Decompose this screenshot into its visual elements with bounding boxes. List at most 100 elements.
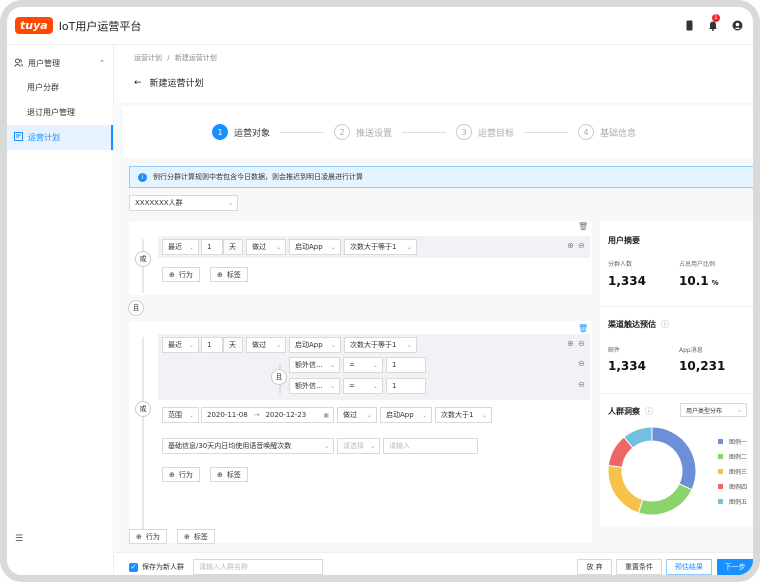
distribution-select[interactable]: 用户类型分布 ⌄ xyxy=(680,403,747,417)
next-button[interactable]: 下一步 xyxy=(717,559,753,575)
operator-select[interactable]: = ⌄ xyxy=(343,378,383,394)
trash-icon[interactable]: 🗑 xyxy=(578,222,588,231)
bell-icon[interactable]: 1 xyxy=(707,14,720,31)
placeholder: 请选择 xyxy=(343,442,364,450)
add-behavior-button[interactable]: ⊕ 行为 xyxy=(162,467,200,482)
add-tag-button[interactable]: ⊕ 标签 xyxy=(210,467,248,482)
breadcrumb-separator: / xyxy=(167,54,170,62)
select-value: 做过 xyxy=(343,411,357,419)
time-type-select[interactable]: 最近 ⌄ xyxy=(162,239,199,255)
legend-item[interactable]: 图例四 xyxy=(718,479,747,494)
date-range-picker[interactable]: 2020-11-08 → 2020-12-23 ▣ xyxy=(201,407,334,423)
event-select[interactable]: 启动App ⌄ xyxy=(289,337,341,353)
legend-item[interactable]: 图例五 xyxy=(718,494,747,509)
group-select[interactable]: XXXXXXX人群 ⌄ xyxy=(129,195,238,211)
select-value: 范围 xyxy=(168,411,182,419)
legend-swatch xyxy=(718,469,723,474)
and-toggle[interactable]: 且 xyxy=(128,300,144,316)
legend-item[interactable]: 图例三 xyxy=(718,464,747,479)
step-3[interactable]: 3 运营目标 xyxy=(456,124,514,140)
done-select[interactable]: 做过 ⌄ xyxy=(246,239,286,255)
mobile-icon[interactable] xyxy=(683,19,695,31)
arrow-right-icon: → xyxy=(253,411,260,419)
app-msg-value: 10,231 xyxy=(679,359,726,373)
ratio-unit: % xyxy=(711,279,719,287)
add-circle-icon[interactable]: ⊕ xyxy=(567,241,574,250)
plan-icon xyxy=(14,132,23,143)
chart-legend: 图例一 图例二 图例三图例四图例五 xyxy=(718,434,747,509)
step-2[interactable]: 2 推送设置 xyxy=(334,124,392,140)
help-icon[interactable]: ⓘ xyxy=(661,319,669,330)
extra-info-select[interactable]: 额外信... ⌄ xyxy=(289,357,340,373)
reset-button[interactable]: 重置条件 xyxy=(616,559,662,575)
remove-circle-icon[interactable]: ⊖ xyxy=(578,380,585,389)
range-type-select[interactable]: 范围 ⌄ xyxy=(162,407,199,423)
step-number: 4 xyxy=(578,124,595,140)
event-select[interactable]: 启动App ⌄ xyxy=(289,239,341,255)
remove-circle-icon[interactable]: ⊖ xyxy=(578,339,585,348)
step-4[interactable]: 4 基础信息 xyxy=(578,124,636,140)
help-icon[interactable]: ⓘ xyxy=(645,406,653,417)
remove-circle-icon[interactable]: ⊖ xyxy=(578,359,585,368)
legend-swatch xyxy=(718,439,723,444)
done-select[interactable]: 做过 ⌄ xyxy=(246,337,286,353)
cancel-button[interactable]: 放 弃 xyxy=(577,559,612,575)
legend-item[interactable]: 图例一 xyxy=(718,434,747,449)
sidebar-item-user-segment[interactable]: 用户分群 xyxy=(7,75,113,100)
value-input[interactable]: 1 xyxy=(386,378,426,394)
step-label: 推送设置 xyxy=(356,128,393,139)
extra-info-select[interactable]: 额外信... ⌄ xyxy=(289,378,340,394)
insight-panel: 用户摘要 分群人数 1,334 占总用户比例 10.1% 渠道触达预估 ⓘ 邮件 … xyxy=(600,221,753,526)
days-input[interactable]: 1 xyxy=(201,337,223,353)
estimate-button[interactable]: 预估结果 xyxy=(666,559,712,575)
value-input[interactable]: 1 xyxy=(386,357,426,373)
operator-select[interactable]: = ⌄ xyxy=(343,357,383,373)
step-number: 3 xyxy=(456,124,473,140)
add-behavior-button[interactable]: ⊕ 行为 xyxy=(162,267,200,282)
count-select[interactable]: 次数大于等于1 ⌄ xyxy=(344,239,417,255)
event-select[interactable]: 启动App ⌄ xyxy=(380,407,432,423)
divider xyxy=(600,393,753,394)
or-toggle[interactable]: 或 xyxy=(135,401,151,417)
add-tag-button[interactable]: ⊕ 标签 xyxy=(177,529,215,544)
segment-name-input[interactable]: 请输入人群名称 xyxy=(193,559,323,575)
ratio-label: 占总用户比例 xyxy=(679,261,716,268)
attribute-select[interactable]: 基础信息/30天内日均使用语音唤醒次数 ⌄ xyxy=(162,438,334,454)
sidebar-item-unsubscribe[interactable]: 退订用户管理 xyxy=(7,100,113,125)
back-arrow-icon[interactable]: ← xyxy=(134,78,142,88)
add-tag-button[interactable]: ⊕ 标签 xyxy=(210,267,248,282)
and-toggle[interactable]: 且 xyxy=(271,369,287,385)
chevron-down-icon: ⌄ xyxy=(275,341,281,349)
donut-slice-2[interactable] xyxy=(637,483,693,516)
save-new-checkbox[interactable]: ✓ 保存为新人群 xyxy=(129,562,184,572)
user-icon[interactable] xyxy=(731,19,743,31)
legend-item[interactable]: 图例二 xyxy=(718,449,747,464)
days-input[interactable]: 1 xyxy=(201,239,223,255)
button-label: 标签 xyxy=(226,470,241,479)
time-type-select[interactable]: 最近 ⌄ xyxy=(162,337,199,353)
count-select[interactable]: 次数大于1 ⌄ xyxy=(435,407,492,423)
checkbox-label: 保存为新人群 xyxy=(142,563,184,571)
add-circle-icon[interactable]: ⊕ xyxy=(567,339,574,348)
add-behavior-button[interactable]: ⊕ 行为 xyxy=(129,529,167,544)
mail-label: 邮件 xyxy=(608,347,621,354)
menu-collapse-icon[interactable]: ☰ xyxy=(15,534,23,544)
breadcrumb-parent[interactable]: 运营计划 xyxy=(134,54,162,62)
operator-select[interactable]: 请选择 ⌄ xyxy=(337,438,380,454)
step-1[interactable]: 1 运营对象 xyxy=(212,124,270,140)
legend-label: 图例四 xyxy=(729,484,748,491)
or-toggle[interactable]: 或 xyxy=(135,251,151,267)
donut-slice-3[interactable] xyxy=(607,464,644,514)
page-title: 新建运营计划 xyxy=(149,79,204,89)
sidebar-group-user-management[interactable]: 用户管理 ⌃ xyxy=(7,51,113,75)
remove-circle-icon[interactable]: ⊖ xyxy=(578,241,585,250)
done-select[interactable]: 做过 ⌄ xyxy=(337,407,377,423)
count-select[interactable]: 次数大于等于1 ⌄ xyxy=(344,337,417,353)
chevron-down-icon: ⌄ xyxy=(329,382,335,390)
donut-slice-1[interactable] xyxy=(651,426,697,491)
sidebar-item-operation-plan[interactable]: 运营计划 xyxy=(7,125,113,150)
chevron-down-icon: ⌄ xyxy=(188,411,194,419)
value-input[interactable]: 请输入 xyxy=(383,438,478,454)
trash-icon[interactable]: 🗑 xyxy=(578,324,588,333)
plus-icon: ⊕ xyxy=(184,532,190,541)
